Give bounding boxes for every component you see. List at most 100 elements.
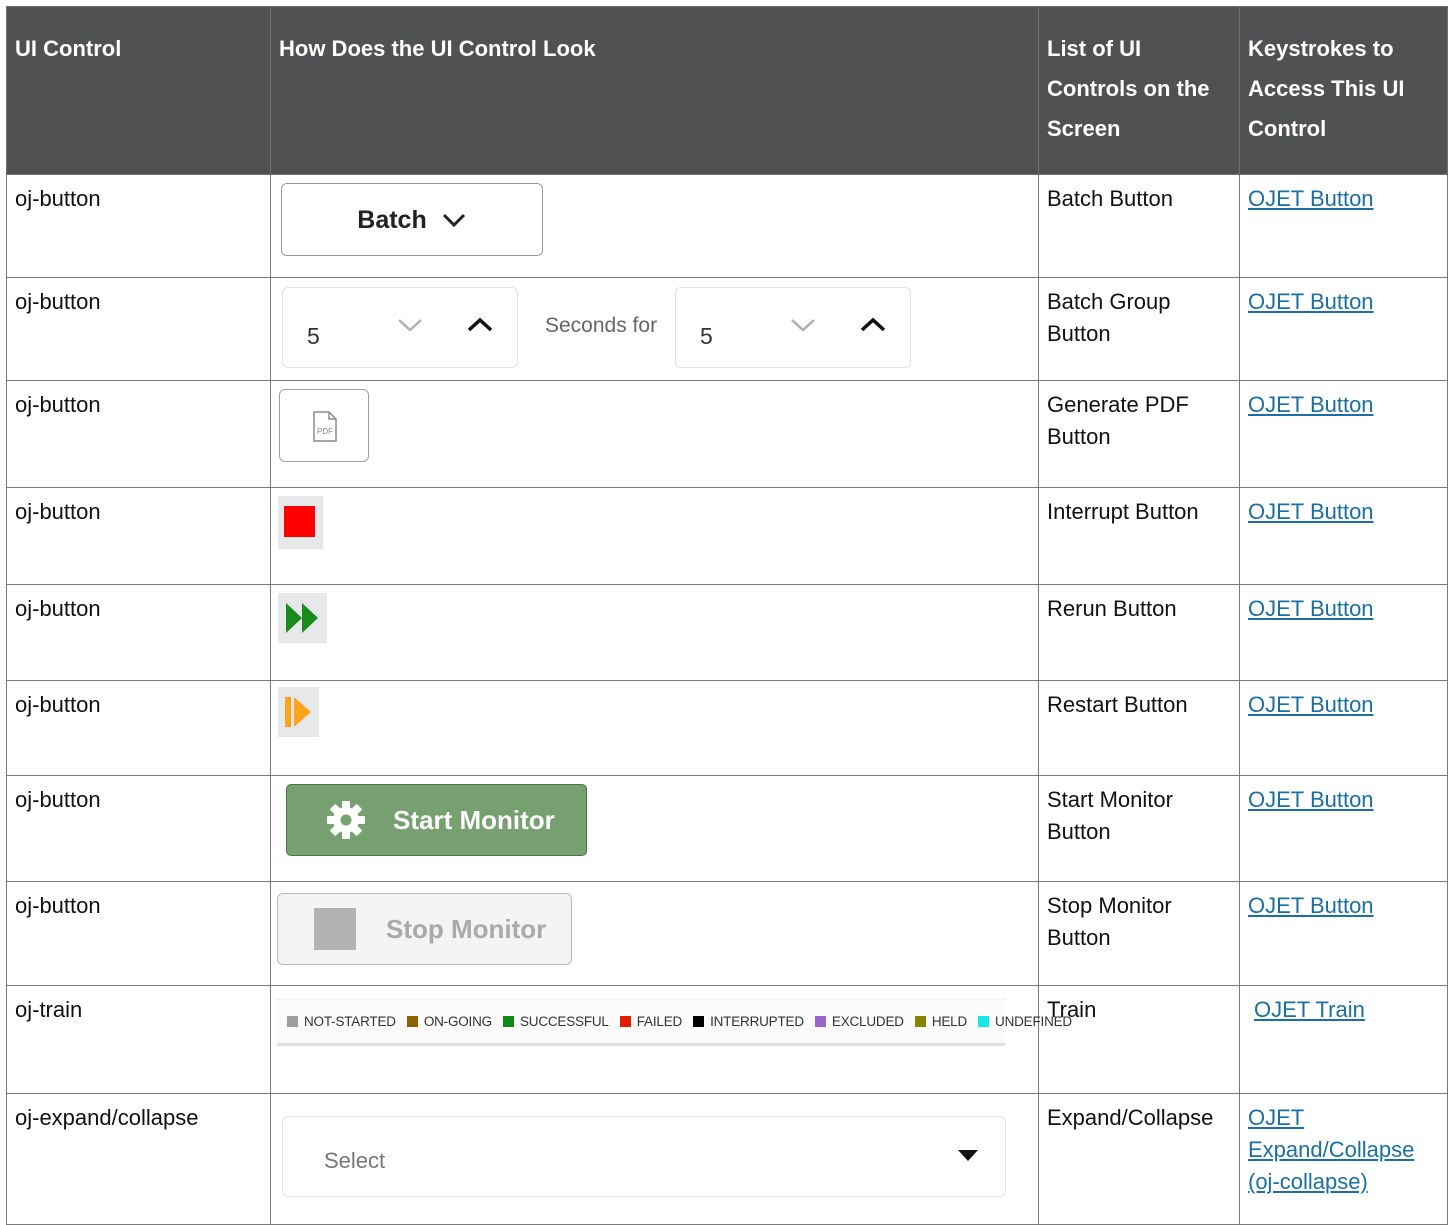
stop-square-icon [314,908,356,950]
control-type-cell: oj-button [6,487,271,585]
ui-controls-table: UI Control How Does the UI Control Look … [6,6,1448,1225]
control-name-cell: Train [1038,985,1240,1094]
control-name-cell: Start Monitor Button [1038,775,1240,882]
chevron-up-icon[interactable] [467,316,493,334]
look-cell: Select [270,1093,1039,1225]
control-name-cell: Stop Monitor Button [1038,881,1240,986]
status-label: FAILED [636,1013,683,1029]
control-name-cell: Batch Button [1038,174,1240,278]
keystroke-cell: OJET Button [1239,277,1448,381]
control-type-cell: oj-button [6,881,271,986]
seconds-spinner[interactable]: 5 [282,287,518,368]
restart-button[interactable] [278,687,319,737]
look-cell [270,584,1039,681]
control-name-cell: Expand/Collapse [1038,1093,1240,1225]
status-label: NOT-STARTED [304,1013,396,1029]
control-type-cell: oj-train [6,985,271,1094]
table-row: oj-button Rerun Button OJET Button [6,584,1448,681]
train-item: FAILED [619,1006,683,1038]
table-row: oj-button Batch Batch Button OJET Button [6,174,1448,278]
start-monitor-button[interactable]: Start Monitor [286,784,587,856]
table-row: oj-button Start Monitor Start Monitor Bu… [6,775,1448,882]
rerun-button[interactable] [278,593,327,643]
table-row: oj-train NOT-STARTED ON-GOING SUCCESSFUL… [6,985,1448,1094]
look-cell: NOT-STARTED ON-GOING SUCCESSFUL FAILED I… [270,985,1072,1094]
look-cell: Batch [270,174,1039,278]
header-how-look: How Does the UI Control Look [270,6,1039,175]
svg-text:PDF: PDF [317,427,333,436]
header-row: UI Control How Does the UI Control Look … [6,6,1448,175]
look-cell [270,680,1039,776]
status-swatch [502,1016,514,1027]
chevron-down-icon[interactable] [790,316,816,334]
ojet-button-link[interactable]: OJET Button [1248,289,1374,314]
keystroke-cell: OJET Button [1239,174,1448,278]
control-name-cell: Interrupt Button [1038,487,1240,585]
control-type-cell: oj-button [6,775,271,882]
fast-forward-icon [286,603,318,633]
gear-icon [327,801,365,839]
status-label: HELD [931,1013,968,1029]
keystroke-cell: OJET Button [1239,775,1448,882]
status-label: SUCCESSFUL [519,1013,609,1029]
train-item: EXCLUDED [814,1006,904,1038]
train-item: ON-GOING [406,1006,492,1038]
table-row: oj-button Restart Button OJET Button [6,680,1448,776]
train-item: HELD [914,1006,968,1038]
chevron-up-icon[interactable] [860,316,886,334]
ojet-train-link[interactable]: OJET Train [1254,997,1365,1022]
spinner-value: 5 [700,323,713,349]
look-cell [270,487,1039,585]
select-dropdown[interactable]: Select [282,1116,1006,1197]
train-item: SUCCESSFUL [502,1006,609,1038]
ojet-expand-collapse-link[interactable]: OJET Expand/Collapse (oj-collapse) [1248,1105,1414,1194]
batch-button[interactable]: Batch [281,183,543,256]
train-item: INTERRUPTED [693,1006,804,1038]
interrupt-button[interactable] [278,496,323,549]
header-list-controls: List of UI Controls on the Screen [1038,6,1240,175]
stop-monitor-button[interactable]: Stop Monitor [277,893,572,965]
control-type-cell: oj-button [6,277,271,381]
look-cell: 5 Seconds for 5 [270,277,1039,381]
control-type-cell: oj-button [6,174,271,278]
restart-play-icon [285,697,311,727]
status-swatch [914,1016,926,1027]
table-row: oj-button PDF Generate PDF Button OJET B… [6,380,1448,488]
control-type-cell: oj-button [6,584,271,681]
ojet-button-link[interactable]: OJET Button [1248,596,1374,621]
chevron-down-icon [442,213,465,227]
ojet-button-link[interactable]: OJET Button [1248,392,1374,417]
generate-pdf-button[interactable]: PDF [279,389,369,462]
control-name-cell: Batch Group Button [1038,277,1240,381]
control-name-cell: Generate PDF Button [1038,380,1240,488]
status-label: ON-GOING [423,1013,492,1029]
status-swatch [287,1016,298,1027]
stop-monitor-label: Stop Monitor [386,914,547,944]
status-swatch [693,1016,705,1027]
status-label: UNDEFINED [995,1013,1072,1029]
status-label: INTERRUPTED [710,1013,804,1029]
table-row: oj-button Stop Monitor Stop Monitor Butt… [6,881,1448,986]
ojet-button-link[interactable]: OJET Button [1248,893,1374,918]
group-spinner[interactable]: 5 [675,287,911,368]
keystroke-cell: OJET Button [1239,487,1448,585]
seconds-for-label: Seconds for [545,314,658,337]
control-name-cell: Rerun Button [1038,584,1240,681]
header-keystrokes: Keystrokes to Access This UI Control [1239,6,1448,175]
look-cell: Stop Monitor [270,881,1039,986]
ojet-button-link[interactable]: OJET Button [1248,692,1374,717]
select-placeholder: Select [324,1148,386,1173]
table-row: oj-button Interrupt Button OJET Button [6,487,1448,585]
table-row: oj-expand/collapse Select Expand/Collaps… [6,1093,1448,1225]
start-monitor-label: Start Monitor [393,805,555,835]
ojet-button-link[interactable]: OJET Button [1248,186,1374,211]
ojet-button-link[interactable]: OJET Button [1248,787,1374,812]
chevron-down-icon[interactable] [397,316,423,334]
keystroke-cell: OJET Button [1239,380,1448,488]
train-item: UNDEFINED [978,1006,1072,1038]
ojet-button-link[interactable]: OJET Button [1248,499,1374,524]
keystroke-cell: OJET Expand/Collapse (oj-collapse) [1239,1093,1448,1225]
train-item: NOT-STARTED [287,1006,396,1038]
status-swatch [978,1016,990,1027]
keystroke-cell: OJET Button [1239,680,1448,776]
